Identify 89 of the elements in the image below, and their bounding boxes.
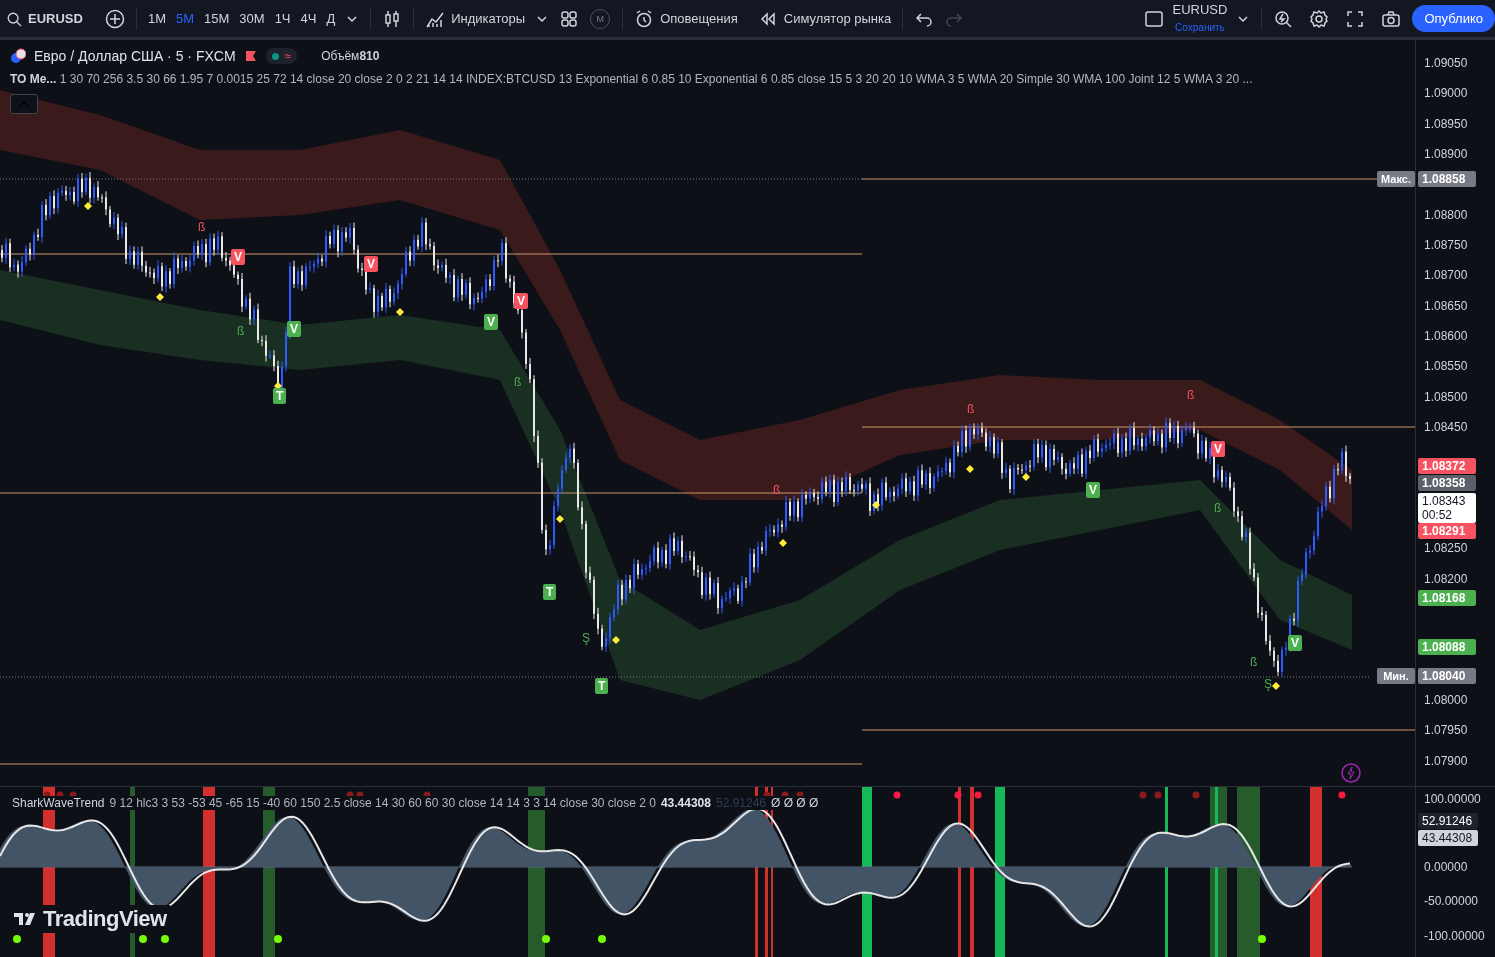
plus-circle-icon: [104, 8, 125, 29]
price-tag: 1.08088: [1418, 639, 1476, 655]
price-range-label: Мин.: [1377, 668, 1415, 684]
price-tick: 1.08000: [1424, 691, 1468, 708]
price-range-label: Макс.: [1377, 171, 1415, 187]
grid-icon: [559, 8, 580, 29]
price-tick: 1.08550: [1424, 358, 1468, 375]
publish-button[interactable]: Опублико: [1412, 5, 1495, 32]
oscillator-tick: 100.00000: [1424, 791, 1481, 807]
interval-button[interactable]: 15M: [199, 7, 235, 30]
signal-label: V: [1288, 635, 1302, 651]
indicator-name: SharkWaveTrend: [12, 796, 105, 810]
oscillator-tick: 0.00000: [1424, 859, 1468, 875]
signal-label: ß: [514, 375, 522, 389]
price-tick: 1.08700: [1424, 267, 1468, 284]
signal-label: V: [484, 314, 498, 330]
interval-button[interactable]: 1Ч: [269, 7, 296, 30]
signal-label: ß: [198, 220, 206, 234]
currency-pair-icon: [10, 48, 26, 64]
interval-button[interactable]: 5M: [170, 7, 200, 30]
price-tag: 1.08040: [1418, 668, 1476, 684]
price-tick: 1.09000: [1424, 85, 1468, 102]
signal-label: ß: [237, 324, 245, 338]
logo-icon: [13, 910, 37, 928]
signal-label: ß: [773, 483, 781, 497]
signal-label: V: [231, 249, 245, 265]
price-tick: 1.09050: [1424, 55, 1468, 71]
symbol-search-button[interactable]: EURUSD: [0, 6, 88, 31]
price-tick: 1.08450: [1424, 418, 1468, 435]
price-tag: 1.08358: [1418, 475, 1476, 491]
signal-label: V: [1211, 441, 1225, 457]
value-tag: 43.44308: [1418, 830, 1478, 846]
signal-label: T: [595, 678, 609, 694]
price-tag: 1.08343 00:52: [1418, 493, 1476, 523]
price-tick: 1.08800: [1424, 206, 1468, 223]
price-tick: 1.08200: [1424, 570, 1468, 587]
price-tag: 1.08372: [1418, 458, 1476, 474]
lightning-icon: [1341, 763, 1361, 783]
indicator-value: Ø Ø Ø Ø: [771, 796, 819, 810]
oscillator-tick: -50.00000: [1424, 893, 1479, 909]
signal-label: V: [364, 256, 378, 272]
signal-label: Ş: [1264, 677, 1272, 691]
price-tag: 1.08168: [1418, 590, 1476, 606]
market-status-badge: ≈: [265, 48, 298, 64]
indicator-value: 43.44308: [660, 796, 711, 810]
logo-text: TradingView: [43, 906, 167, 932]
price-tick: 1.08250: [1424, 540, 1468, 557]
price-tick: 1.07900: [1424, 752, 1468, 769]
value-tag: 52.91246: [1418, 813, 1478, 829]
indicators-button[interactable]: Индикаторы: [420, 4, 531, 33]
interval-button[interactable]: 30M: [234, 7, 270, 30]
price-tick: 1.07950: [1424, 722, 1468, 739]
layout-name-button[interactable]: EURUSD Сохранить: [1168, 1, 1232, 36]
price-tick: 1.08650: [1424, 297, 1468, 314]
price-tick: 1.08750: [1424, 236, 1468, 253]
price-tag: 1.08858: [1418, 171, 1476, 187]
interval-button[interactable]: 4Ч: [295, 7, 322, 30]
oscillator-tick: -100.00000: [1424, 928, 1485, 944]
signal-label: T: [543, 584, 557, 600]
price-tick: 1.08600: [1424, 327, 1468, 344]
fullscreen-icon: [1345, 8, 1366, 29]
interval-button[interactable]: Д: [321, 7, 341, 30]
signal-label: V: [514, 293, 528, 309]
indicator-value: 52.91246: [715, 796, 766, 810]
signal-label: ß: [967, 402, 975, 416]
price-tick: 1.08950: [1424, 115, 1468, 132]
search-icon: [6, 10, 22, 27]
interval-button[interactable]: 1M: [142, 7, 171, 30]
indicator-legend: ТО Ме... 1 30 70 256 3.5 30 66 1.95 7 0.0015 25 72 14 close 20 close 2 0 2 21 14 14 INDEX:BTCUSD 13 Exponential 6 0.85 10 Exponential 6 0.85 close 15 5 3 20 20 10 WMA 3 5 WMA 20 Simple 30 WMA 100 Joint 12 5 WMA 3 20 ...: [10, 72, 1253, 86]
replay-button[interactable]: Симулятор рынка: [752, 4, 897, 33]
camera-icon: [1381, 8, 1402, 29]
signal-label: ß: [1214, 501, 1222, 515]
price-tick: 1.08900: [1424, 146, 1468, 162]
quick-search-icon: [1273, 8, 1294, 29]
signal-label: V: [287, 321, 301, 337]
price-tick: 1.08500: [1424, 388, 1468, 405]
flag-icon: [243, 49, 258, 63]
symbol-title: Евро / Доллар США · 5 · FXCM: [34, 48, 236, 64]
signal-label: T: [273, 388, 287, 404]
settings-icon: [1309, 8, 1330, 29]
alerts-button[interactable]: Оповещения: [629, 4, 743, 33]
indicator-params: 9 12 hlc3 3 53 -53 45 -65 15 -40 60 150 2.5 close 14 30 60 60 30 close 14 14 3 3 14 close 30 close 2 0: [109, 796, 656, 810]
signal-label: ß: [1187, 388, 1195, 402]
price-tag: 1.08291: [1418, 523, 1476, 539]
signal-label: V: [1086, 482, 1100, 498]
volume-legend: Объём810: [321, 49, 380, 63]
signal-label: ß: [1250, 655, 1258, 669]
signal-label: Ş: [582, 631, 590, 645]
square-icon: [1143, 8, 1164, 29]
